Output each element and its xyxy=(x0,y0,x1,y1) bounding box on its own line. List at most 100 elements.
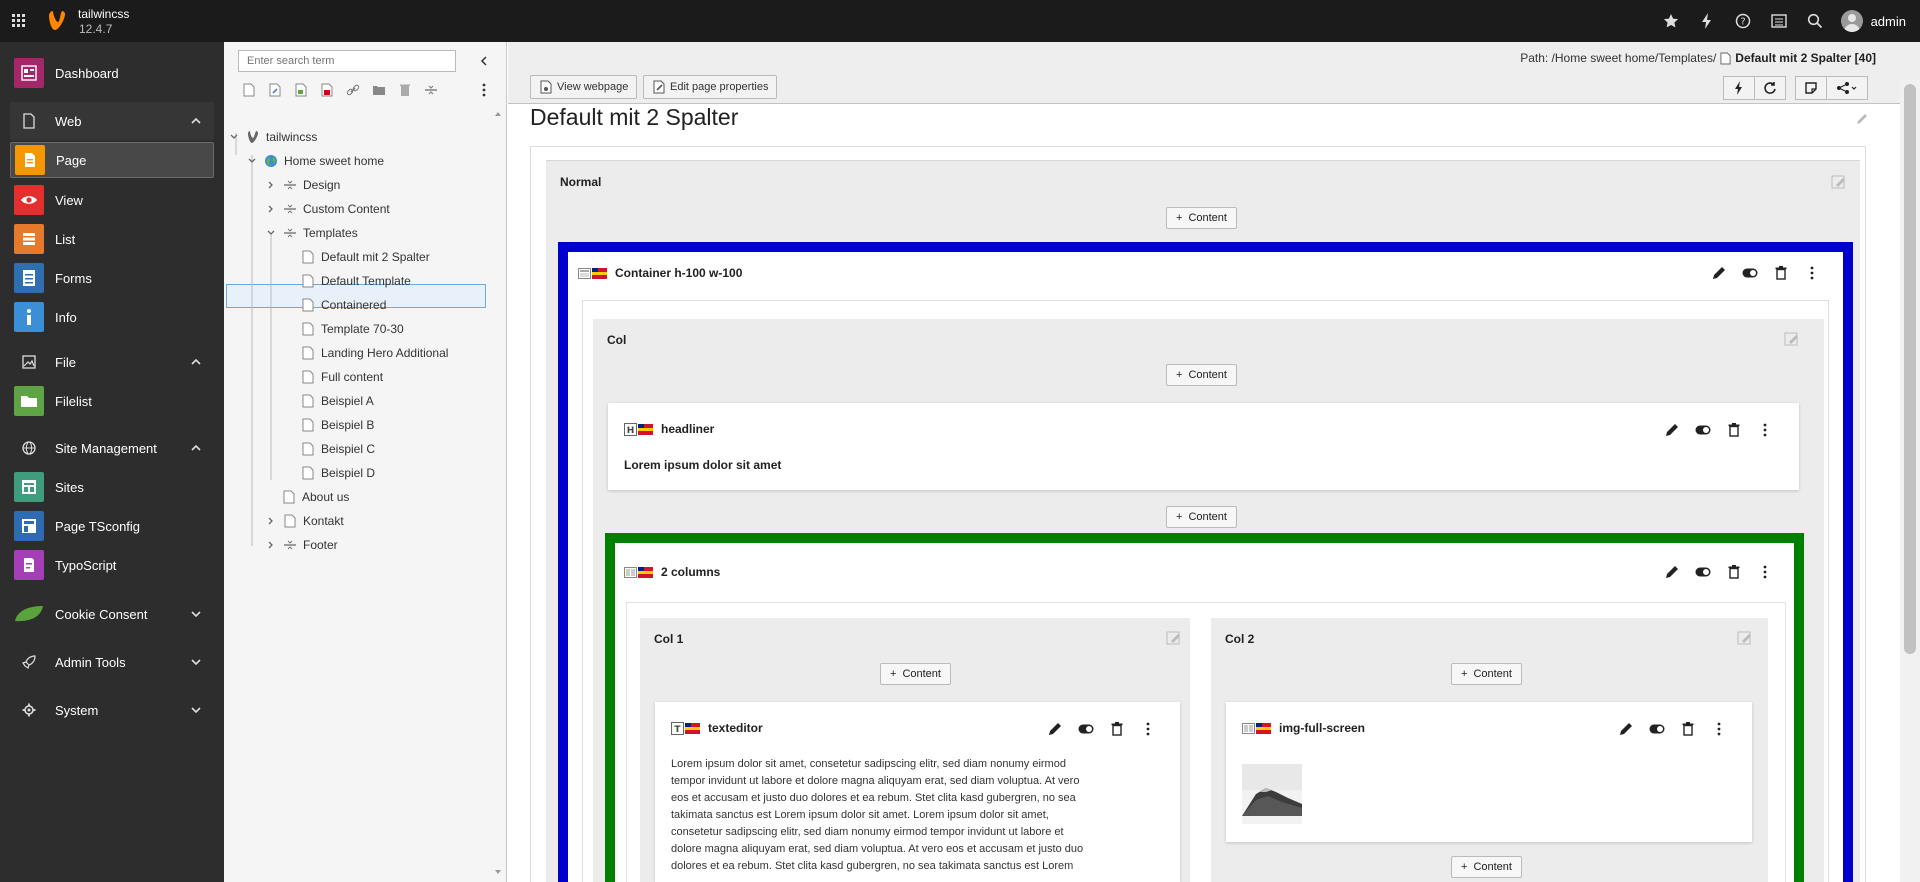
edit-element-button[interactable] xyxy=(1656,420,1687,440)
delete-element-button[interactable] xyxy=(1765,263,1796,283)
tree-node-root[interactable]: tailwincss xyxy=(228,125,317,149)
module-typoscript[interactable]: TypoScript xyxy=(10,547,214,583)
tree-node-templates[interactable]: Templates xyxy=(265,221,358,245)
view-webpage-button[interactable]: View webpage xyxy=(530,75,638,99)
chevron-right-icon[interactable] xyxy=(265,179,277,191)
delete-element-button[interactable] xyxy=(1718,420,1749,440)
chevron-right-icon[interactable] xyxy=(265,203,277,215)
tree-node-footer[interactable]: Footer xyxy=(265,533,338,557)
clear-cache-button[interactable] xyxy=(1689,0,1725,42)
content-element-headliner[interactable] xyxy=(608,403,1799,490)
tree-node-template-70-30[interactable]: Template 70-30 xyxy=(301,317,404,341)
edit-column-icon[interactable] xyxy=(1166,631,1182,645)
group-admin-tools[interactable]: Admin Tools xyxy=(10,644,214,680)
delete-element-button[interactable] xyxy=(1672,719,1703,739)
module-menu-toggle-button[interactable] xyxy=(6,8,32,34)
collapse-tree-button[interactable] xyxy=(476,52,492,70)
chevron-down-icon[interactable] xyxy=(246,155,258,167)
typo3-logo-icon[interactable] xyxy=(48,10,66,32)
group-cookie-consent[interactable]: Cookie Consent xyxy=(10,596,214,632)
edit-element-button[interactable] xyxy=(1703,263,1734,283)
module-list[interactable]: List xyxy=(10,221,214,257)
edit-column-icon[interactable] xyxy=(1831,175,1847,189)
tree-node-home[interactable]: Home sweet home xyxy=(246,149,384,173)
chevron-right-icon[interactable] xyxy=(265,539,277,551)
more-actions-button[interactable] xyxy=(1703,719,1734,739)
module-info[interactable]: Info xyxy=(10,299,214,335)
bookmarks-button[interactable] xyxy=(1653,0,1689,42)
group-site-management[interactable]: Site Management xyxy=(10,430,214,466)
pencil-icon[interactable] xyxy=(1855,112,1869,126)
module-filelist[interactable]: Filelist xyxy=(10,383,214,419)
toggle-visibility-button[interactable] xyxy=(1734,263,1765,283)
module-page[interactable]: Page xyxy=(10,142,214,178)
tree-node-kontakt[interactable]: Kontakt xyxy=(265,509,344,533)
add-content-button[interactable]: + Content xyxy=(1451,856,1522,878)
add-content-button[interactable]: + Content xyxy=(1166,364,1237,386)
new-mountpoint-button[interactable] xyxy=(290,78,312,102)
edit-element-button[interactable] xyxy=(1039,719,1070,739)
user-menu[interactable]: admin xyxy=(1833,0,1920,42)
edit-page-properties-button[interactable]: Edit page properties xyxy=(643,75,778,99)
add-content-button[interactable]: + Content xyxy=(1166,207,1237,229)
group-system[interactable]: System xyxy=(10,692,214,728)
tree-node-landing-hero-additional[interactable]: Landing Hero Additional xyxy=(301,341,448,365)
chevron-down-icon[interactable] xyxy=(228,131,240,143)
add-content-button[interactable]: + Content xyxy=(1451,663,1522,685)
create-shortcut-button[interactable] xyxy=(1795,76,1827,100)
new-page-button[interactable] xyxy=(238,78,260,102)
tree-node-about-us[interactable]: About us xyxy=(282,485,349,509)
group-web[interactable]: Web xyxy=(10,103,214,139)
toggle-visibility-button[interactable] xyxy=(1687,420,1718,440)
content-scrollbar[interactable] xyxy=(1900,80,1920,882)
module-page-tsconfig[interactable]: Page TSconfig xyxy=(10,508,214,544)
reload-button[interactable] xyxy=(1754,76,1786,100)
new-divider-button[interactable] xyxy=(420,78,442,102)
group-file[interactable]: File xyxy=(10,344,214,380)
tree-actions-button[interactable] xyxy=(478,82,490,98)
search-button[interactable] xyxy=(1797,0,1833,42)
edit-column-icon[interactable] xyxy=(1784,332,1800,346)
delete-element-button[interactable] xyxy=(1101,719,1132,739)
system-info-button[interactable] xyxy=(1761,0,1797,42)
toggle-visibility-button[interactable] xyxy=(1070,719,1101,739)
tree-node-beispiel-b[interactable]: Beispiel B xyxy=(301,413,374,437)
more-actions-button[interactable] xyxy=(1749,562,1780,582)
tree-search-input[interactable] xyxy=(238,50,456,72)
tree-node-default-template[interactable]: Default Template xyxy=(301,269,411,293)
chevron-right-icon[interactable] xyxy=(265,515,277,527)
more-actions-button[interactable] xyxy=(1132,719,1163,739)
more-actions-button[interactable] xyxy=(1749,420,1780,440)
help-button[interactable]: ? xyxy=(1725,0,1761,42)
tree-node-beispiel-a[interactable]: Beispiel A xyxy=(301,389,374,413)
tree-node-beispiel-c[interactable]: Beispiel C xyxy=(301,437,375,461)
new-shortcut-button[interactable] xyxy=(264,78,286,102)
add-content-button[interactable]: + Content xyxy=(880,663,951,685)
tree-node-custom-content[interactable]: Custom Content xyxy=(265,197,390,221)
more-actions-button[interactable] xyxy=(1796,263,1827,283)
clear-page-cache-button[interactable] xyxy=(1723,76,1755,100)
toggle-visibility-button[interactable] xyxy=(1641,719,1672,739)
scrollbar-thumb[interactable] xyxy=(1904,84,1916,654)
edit-column-icon[interactable] xyxy=(1737,631,1753,645)
add-content-button[interactable]: + Content xyxy=(1166,506,1237,528)
edit-element-button[interactable] xyxy=(1656,562,1687,582)
tree-node-default-mit-2-spalter[interactable]: Default mit 2 Spalter xyxy=(301,245,430,269)
share-dropdown-button[interactable] xyxy=(1826,76,1868,100)
tree-node-containered[interactable]: Containered xyxy=(301,293,386,317)
toggle-visibility-button[interactable] xyxy=(1687,562,1718,582)
new-link-button[interactable] xyxy=(342,78,364,102)
new-recycler-button[interactable] xyxy=(394,78,416,102)
tree-scrollbar[interactable] xyxy=(490,110,506,882)
edit-element-button[interactable] xyxy=(1610,719,1641,739)
module-sites[interactable]: Sites xyxy=(10,469,214,505)
chevron-down-icon[interactable] xyxy=(265,227,277,239)
new-backend-section-button[interactable] xyxy=(316,78,338,102)
module-forms[interactable]: Forms xyxy=(10,260,214,296)
tree-node-design[interactable]: Design xyxy=(265,173,340,197)
tree-node-full-content[interactable]: Full content xyxy=(301,365,383,389)
new-folder-button[interactable] xyxy=(368,78,390,102)
module-view[interactable]: View xyxy=(10,182,214,218)
tree-node-beispiel-d[interactable]: Beispiel D xyxy=(301,461,375,485)
delete-element-button[interactable] xyxy=(1718,562,1749,582)
